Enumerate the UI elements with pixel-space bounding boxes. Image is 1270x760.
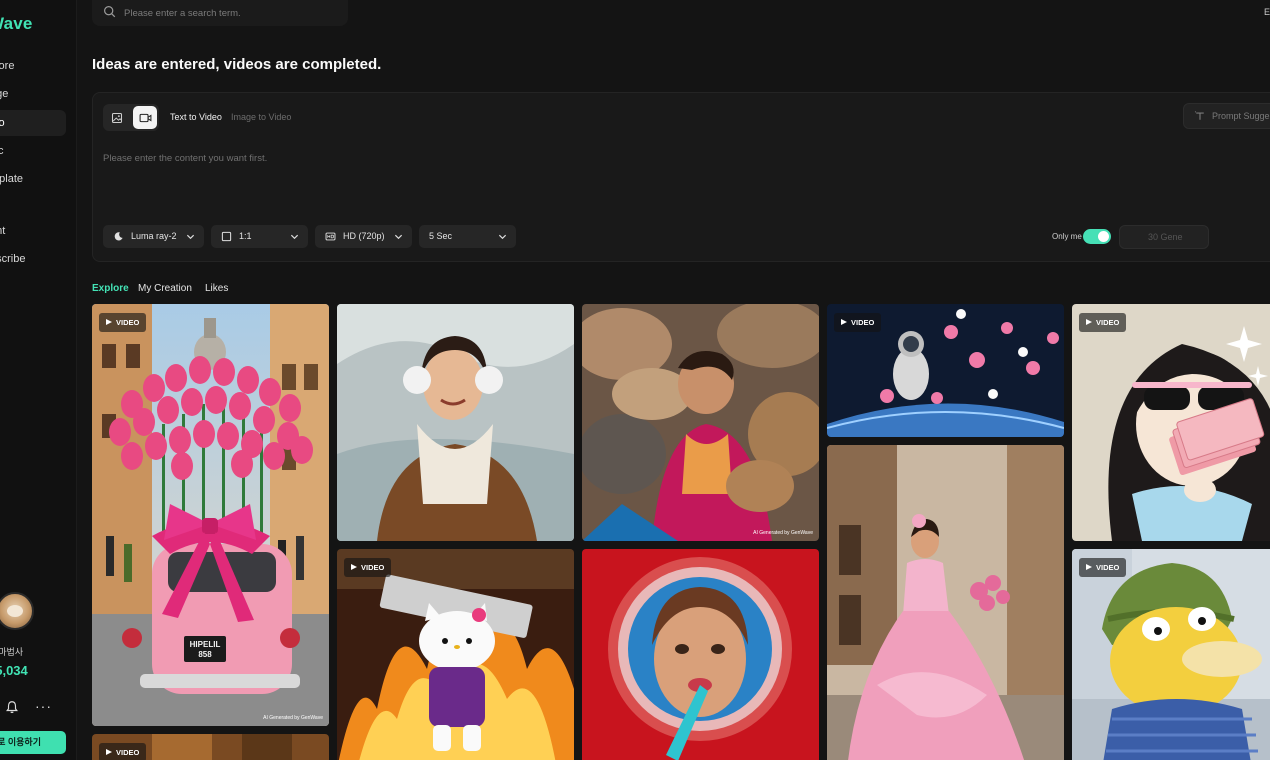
sidebar-item-content[interactable]: ent — [0, 218, 66, 244]
thumbnail-anime-girl-money — [1072, 304, 1270, 541]
thumbnail-mirror-girl — [582, 549, 819, 760]
video-badge: VIDEO — [99, 743, 147, 760]
bell-icon[interactable] — [5, 700, 19, 714]
plate-line-1: HIPELIL — [190, 640, 221, 649]
sidebar-item-image[interactable]: age — [0, 81, 66, 107]
video-badge: VIDEO — [834, 313, 882, 332]
gallery-card-psyduck[interactable]: VIDEO — [1072, 549, 1270, 760]
user-name: 성마법사 — [0, 647, 24, 657]
model-select[interactable]: Luma ray-2 — [103, 225, 204, 248]
hd-icon — [325, 232, 336, 241]
prompt-suggestion-button[interactable]: Prompt Sugge — [1183, 103, 1270, 129]
tab-my-creation[interactable]: My Creation — [138, 283, 192, 294]
moon-icon — [114, 232, 123, 241]
tab-likes[interactable]: Likes — [205, 283, 228, 294]
text-t-icon — [1194, 111, 1204, 120]
top-right-menu[interactable]: E — [1264, 7, 1270, 17]
sidebar-item-explore[interactable]: plore — [0, 53, 66, 79]
quality-select[interactable]: HD (720p) — [315, 225, 412, 248]
video-badge: VIDEO — [99, 313, 147, 332]
video-mode-button[interactable] — [133, 106, 157, 129]
prompt-panel: Text to Video Image to Video Prompt Sugg… — [92, 92, 1270, 262]
only-me-toggle[interactable] — [1083, 229, 1111, 244]
model-label: Luma ray-2 — [131, 231, 177, 241]
search-bar — [92, 0, 348, 26]
thumbnail-tulip-car: HIPELIL 858 — [92, 304, 329, 726]
video-badge: VIDEO — [1079, 313, 1127, 332]
video-badge: VIDEO — [344, 558, 392, 577]
tab-explore[interactable]: Explore — [92, 283, 129, 294]
image-mode-button[interactable] — [105, 106, 129, 129]
ratio-label: 1:1 — [239, 231, 252, 241]
square-ratio-icon — [221, 231, 232, 242]
thumbnail-pink-dress — [827, 445, 1064, 760]
watermark-text: AI Generated by GenWave — [753, 530, 813, 536]
gallery-card-mirror-girl[interactable] — [582, 549, 819, 760]
thumbnail-man-with-cats — [582, 304, 819, 541]
tab-text-to-video[interactable]: Text to Video — [170, 112, 222, 122]
page-title: Ideas are entered, videos are completed. — [92, 56, 382, 73]
sidebar-item-music[interactable]: sic — [0, 138, 66, 164]
avatar[interactable] — [0, 592, 34, 630]
watermark-text: AI Generated by GenWave — [263, 715, 323, 721]
tab-image-to-video[interactable]: Image to Video — [231, 112, 291, 122]
gallery-card-astronaut-flowers[interactable]: VIDEO — [827, 304, 1064, 437]
thumbnail-psyduck — [1072, 549, 1270, 760]
prompt-suggestion-label: Prompt Sugge — [1212, 111, 1270, 121]
gallery-card-anime-girl-money[interactable]: VIDEO — [1072, 304, 1270, 541]
prompt-input[interactable] — [103, 153, 1003, 213]
mode-toggle — [103, 104, 159, 131]
more-icon[interactable]: ··· — [35, 698, 52, 714]
chevron-down-icon — [394, 234, 403, 240]
duration-label: 5 Sec — [429, 231, 453, 241]
generate-button[interactable]: 30 Gene — [1119, 225, 1209, 249]
app-logo[interactable]: Wave — [0, 14, 33, 34]
gallery-card-snow-woman[interactable] — [337, 304, 574, 541]
gallery-card-interior[interactable]: VIDEO — [92, 734, 329, 760]
gallery-card-pink-dress[interactable] — [827, 445, 1064, 760]
ratio-select[interactable]: 1:1 — [211, 225, 308, 248]
search-input[interactable] — [124, 5, 334, 21]
subscribe-button[interactable]: 로 이용하기 — [0, 731, 66, 754]
sidebar-item-video[interactable]: leo — [0, 110, 66, 136]
sidebar-item-subscribe[interactable]: bscribe — [0, 246, 66, 272]
generate-label: 30 Gene — [1148, 232, 1183, 242]
chevron-down-icon — [290, 234, 299, 240]
thumbnail-snow-woman — [337, 304, 574, 541]
chevron-down-icon — [498, 234, 507, 240]
search-icon — [104, 6, 116, 18]
sidebar: Wave plore age leo sic mplate ent bscrib… — [0, 0, 77, 760]
quality-label: HD (720p) — [343, 231, 385, 241]
thumbnail-hello-kitty-fire — [337, 549, 574, 760]
plate-line-2: 858 — [198, 650, 212, 659]
gallery-card-hello-kitty-fire[interactable]: VIDEO — [337, 549, 574, 760]
credit-balance: 95,034 — [0, 663, 28, 678]
sidebar-item-template[interactable]: mplate — [0, 166, 66, 192]
duration-select[interactable]: 5 Sec — [419, 225, 516, 248]
gallery-card-tulip-car[interactable]: HIPELIL 858 VIDEO AI Generated by GenWav… — [92, 304, 329, 726]
only-me-label: Only me — [1052, 232, 1082, 241]
image-icon — [111, 112, 123, 123]
gallery-card-man-with-cats[interactable]: AI Generated by GenWave — [582, 304, 819, 541]
video-camera-icon — [139, 113, 151, 122]
video-badge: VIDEO — [1079, 558, 1127, 577]
chevron-down-icon — [186, 234, 195, 240]
